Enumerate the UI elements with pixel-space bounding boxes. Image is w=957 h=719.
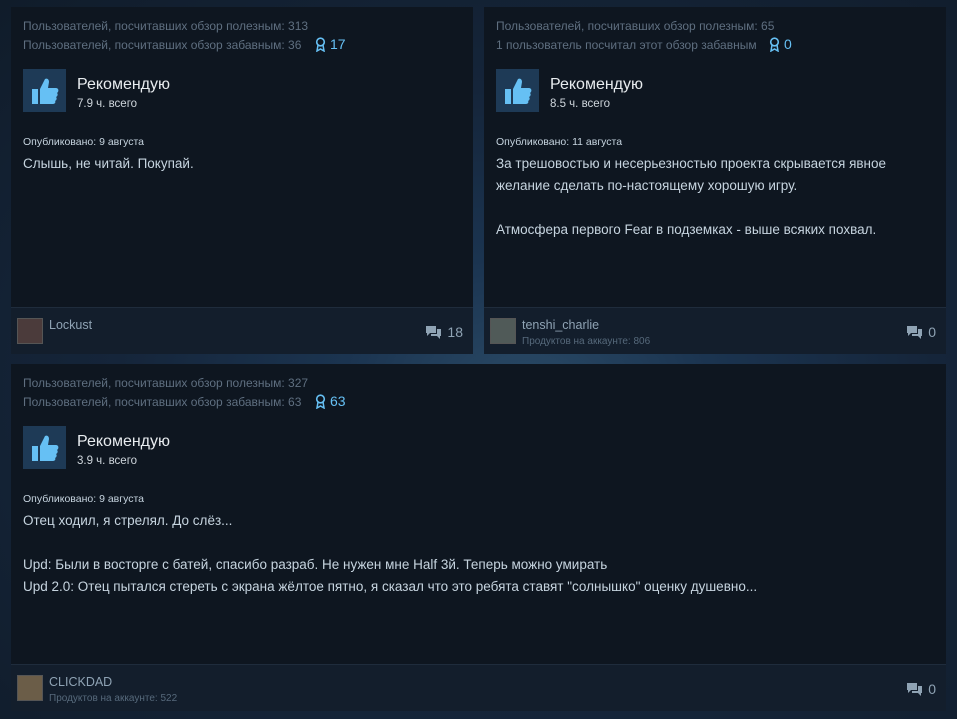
review-line: желание сделать по-настоящему хорошую иг… (496, 178, 798, 193)
review-line: Upd 2.0: Отец пытался стереть с экрана ж… (23, 579, 758, 594)
username[interactable]: CLICKDAD (49, 675, 112, 689)
review-footer: CLICKDAD Продуктов на аккаунте: 522 0 (11, 664, 946, 711)
review-line: За трешовостью и несерьезностью проекта … (496, 156, 887, 171)
review-card-2: Пользователей, посчитавших обзор полезны… (484, 7, 946, 354)
username[interactable]: Lockust (49, 318, 92, 332)
comment-bubbles-icon (426, 326, 442, 339)
posted-date: Опубликовано: 9 августа (23, 136, 144, 148)
award-count: 63 (330, 393, 346, 409)
award-button[interactable]: 17 (315, 36, 346, 52)
comments-count: 0 (928, 324, 936, 340)
funny-count: 1 пользователь посчитал этот обзор забав… (496, 38, 757, 52)
comments-count: 0 (928, 681, 936, 697)
review-line: Слышь, не читай. Покупай. (23, 156, 194, 171)
products-count: Продуктов на аккаунте: 522 (49, 693, 178, 704)
verdict-label[interactable]: Рекомендую (77, 433, 170, 451)
avatar[interactable] (17, 318, 43, 344)
award-ribbon-icon (315, 36, 326, 52)
review-line (23, 532, 934, 554)
thumbs-up-icon (31, 435, 58, 461)
review-footer: Lockust 18 (11, 307, 473, 354)
review-text: За трешовостью и несерьезностью проекта … (496, 153, 934, 241)
verdict-label[interactable]: Рекомендую (550, 76, 643, 94)
review-line (496, 197, 934, 219)
thumbs-up-icon (31, 78, 58, 104)
thumb-box[interactable] (23, 69, 66, 112)
comments-button[interactable]: 18 (425, 324, 463, 340)
hours-played: 8.5 ч. всего (550, 98, 611, 110)
helpful-count: Пользователей, посчитавших обзор полезны… (23, 376, 309, 390)
comments-button[interactable]: 0 (906, 324, 936, 340)
hours-played: 3.9 ч. всего (77, 455, 138, 467)
award-ribbon-icon (315, 393, 326, 409)
award-button[interactable]: 63 (315, 393, 346, 409)
review-text: Слышь, не читай. Покупай. (23, 153, 461, 175)
award-count: 0 (784, 36, 792, 52)
review-card-1: Пользователей, посчитавших обзор полезны… (11, 7, 473, 354)
posted-date: Опубликовано: 9 августа (23, 493, 144, 505)
products-count: Продуктов на аккаунте: 806 (522, 336, 651, 347)
award-count: 17 (330, 36, 346, 52)
comment-bubbles-icon (907, 683, 923, 696)
helpful-count: Пользователей, посчитавших обзор полезны… (496, 19, 775, 33)
comments-button[interactable]: 0 (906, 681, 936, 697)
avatar[interactable] (17, 675, 43, 701)
posted-date: Опубликовано: 11 августа (496, 136, 623, 148)
helpful-count: Пользователей, посчитавших обзор полезны… (23, 19, 309, 33)
thumb-box[interactable] (23, 426, 66, 469)
review-line: Upd: Были в восторге с батей, спасибо ра… (23, 557, 608, 572)
thumbs-up-icon (504, 78, 531, 104)
comment-bubbles-icon (907, 326, 923, 339)
review-card-3: Пользователей, посчитавших обзор полезны… (11, 364, 946, 711)
avatar[interactable] (490, 318, 516, 344)
award-ribbon-icon (769, 36, 780, 52)
hours-played: 7.9 ч. всего (77, 98, 138, 110)
funny-count: Пользователей, посчитавших обзор забавны… (23, 395, 302, 409)
review-text: Отец ходил, я стрелял. До слёз... Upd: Б… (23, 510, 934, 598)
review-footer: tenshi_charlie Продуктов на аккаунте: 80… (484, 307, 946, 354)
funny-count: Пользователей, посчитавших обзор забавны… (23, 38, 302, 52)
comments-count: 18 (447, 324, 463, 340)
review-line: Отец ходил, я стрелял. До слёз... (23, 513, 233, 528)
username[interactable]: tenshi_charlie (522, 318, 599, 332)
verdict-label[interactable]: Рекомендую (77, 76, 170, 94)
review-line: Атмосфера первого Fear в подземках - выш… (496, 222, 877, 237)
award-button[interactable]: 0 (769, 36, 792, 52)
thumb-box[interactable] (496, 69, 539, 112)
